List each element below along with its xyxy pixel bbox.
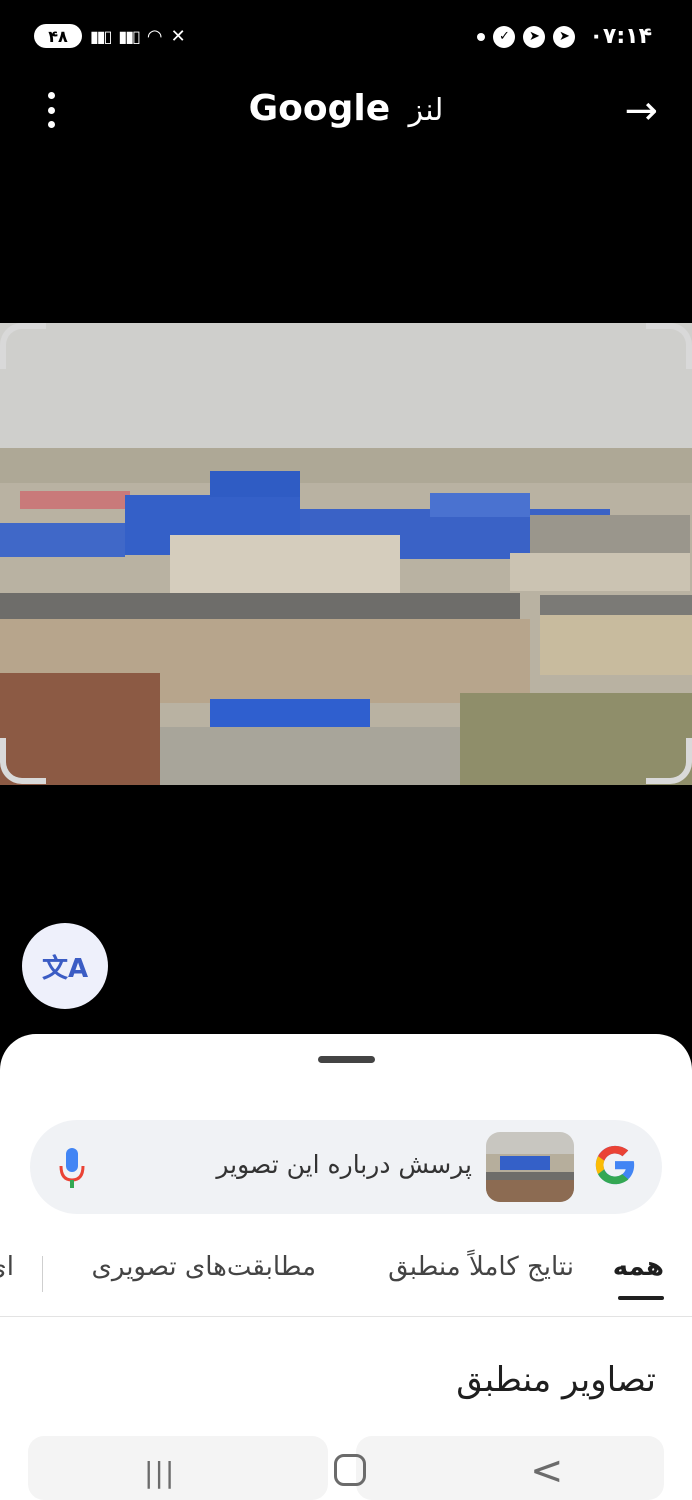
search-bar[interactable]: پرسش درباره این تصویر xyxy=(30,1120,662,1214)
translate-button[interactable]: 文A xyxy=(22,923,108,1009)
tab-partial[interactable]: ای xyxy=(0,1252,14,1282)
results-sheet: پرسش درباره این تصویر همه نتایج کاملاً م… xyxy=(0,1034,692,1500)
active-tab-indicator xyxy=(618,1296,664,1300)
mute-icon: ✕ xyxy=(170,25,186,47)
title-suffix: لنز xyxy=(408,93,444,128)
back-icon[interactable]: < xyxy=(530,1448,564,1494)
shield-icon: ✓ xyxy=(493,25,516,48)
status-bar: ۴۸ ▮▮▯ ▮▮▯ ◠ ✕ ✓ ➤ ➤ ۰۷:۱۴ xyxy=(0,0,692,76)
analyzed-image[interactable] xyxy=(0,323,692,785)
mic-icon[interactable] xyxy=(58,1146,86,1190)
battery-badge: ۴۸ xyxy=(34,24,82,48)
tab-visual-matches[interactable]: مطابقت‌های تصویری xyxy=(92,1252,317,1282)
result-tabs: همه نتایج کاملاً منطبق مطابقت‌های تصویری… xyxy=(0,1252,692,1302)
tab-exact-matches[interactable]: نتایج کاملاً منطبق xyxy=(388,1252,574,1282)
recents-icon[interactable]: ||| xyxy=(144,1456,175,1489)
notification-dot-icon xyxy=(477,32,486,41)
home-icon[interactable] xyxy=(334,1454,366,1486)
signal-icon-2: ▮▮▯ xyxy=(118,26,140,46)
thumbnail-image xyxy=(486,1132,574,1202)
top-bar: Google لنز → xyxy=(0,80,692,140)
arrow-right-icon[interactable]: → xyxy=(624,88,658,134)
divider xyxy=(0,1316,692,1317)
signal-icon: ▮▮▯ xyxy=(90,26,112,46)
factory-photo xyxy=(0,323,692,785)
tab-all[interactable]: همه xyxy=(613,1252,664,1282)
query-image-thumbnail[interactable] xyxy=(486,1132,574,1202)
crop-corner-top-left[interactable] xyxy=(0,323,46,369)
status-right: ✓ ➤ ➤ ۰۷:۱۴ xyxy=(477,24,652,49)
telegram-icon-2: ➤ xyxy=(553,25,576,48)
status-left: ۴۸ ▮▮▯ ▮▮▯ ◠ ✕ xyxy=(34,24,186,48)
system-nav-bar: ||| < xyxy=(0,1446,692,1500)
crop-corner-bottom-right[interactable] xyxy=(646,738,692,784)
crop-corner-bottom-left[interactable] xyxy=(0,738,46,784)
title-brand: Google xyxy=(248,88,391,129)
crop-corner-top-right[interactable] xyxy=(646,323,692,369)
wifi-icon: ◠ xyxy=(146,25,163,47)
tab-separator xyxy=(42,1256,43,1292)
drag-handle[interactable] xyxy=(318,1056,375,1063)
telegram-icon: ➤ xyxy=(523,25,546,48)
section-title: تصاویر منطبق xyxy=(456,1360,656,1400)
translate-icon: 文A xyxy=(41,953,89,984)
page-title: Google لنز xyxy=(0,88,692,129)
search-input[interactable]: پرسش درباره این تصویر xyxy=(216,1150,472,1179)
google-g-logo xyxy=(595,1145,635,1185)
clock: ۰۷:۱۴ xyxy=(589,24,652,49)
